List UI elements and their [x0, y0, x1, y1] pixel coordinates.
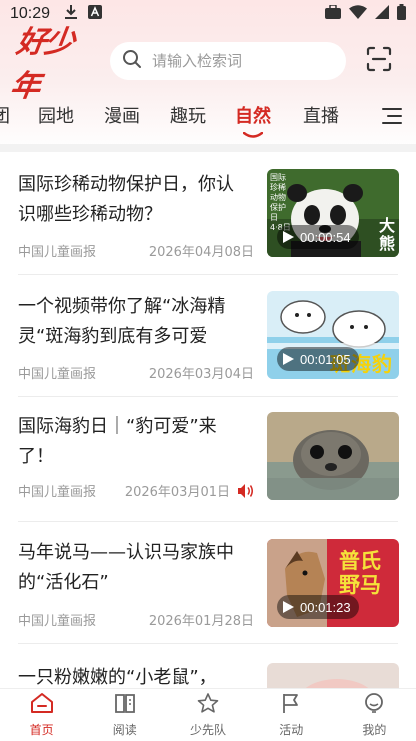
tab-quwan[interactable]: 趣玩	[170, 102, 206, 128]
article-thumbnail[interactable]: 普氏野马 00:01:23	[267, 539, 399, 627]
tabbar-label: 我的	[362, 723, 387, 737]
thumb-caption: 普氏野马	[339, 549, 381, 597]
profile-icon	[362, 692, 386, 718]
tab-partial[interactable]: 团	[0, 102, 10, 128]
thumb-caption: 大熊	[379, 216, 396, 253]
mouse-image	[267, 663, 399, 688]
article-thumbnail[interactable]	[267, 663, 399, 688]
article-title[interactable]: 国际海豹日｜“豹可爱”来了！	[18, 412, 250, 472]
play-icon	[283, 231, 294, 243]
category-tabs: 团 园地 漫画 趣玩 自然 直播	[0, 96, 416, 140]
list-item[interactable]: 马年说马——认识马家族中的“活化石” 中国儿童画报 2026年01月28日 普氏…	[0, 521, 416, 643]
search-box[interactable]	[110, 42, 346, 80]
tabbar-activity[interactable]: 活动	[250, 689, 333, 741]
tabbar-mine[interactable]: 我的	[333, 689, 416, 741]
signal-icon	[375, 5, 389, 23]
speaker-icon[interactable]	[238, 483, 254, 498]
top-bar: 好少年	[0, 25, 416, 104]
thumb-small-label: 国际珍稀动物保护日 4·8日	[270, 173, 291, 232]
list-item[interactable]: 国际珍稀动物保护日，你认识哪些珍稀动物？ 中国儿童画报 2026年04月08日	[0, 152, 416, 274]
menu-icon[interactable]	[380, 106, 402, 126]
star-badge-icon	[196, 692, 220, 718]
app-logo: 好少年	[8, 25, 94, 104]
tab-ziran[interactable]: 自然	[235, 102, 271, 138]
search-icon	[122, 49, 142, 73]
video-duration-badge: 00:00:54	[277, 225, 359, 249]
article-meta: 中国儿童画报 2026年03月01日	[18, 481, 254, 500]
tab-yuandi[interactable]: 园地	[38, 102, 74, 128]
scan-button[interactable]	[364, 46, 394, 76]
article-meta: 中国儿童画报 2026年01月28日	[18, 610, 254, 629]
header-divider	[0, 144, 416, 152]
active-tab-indicator	[243, 132, 263, 138]
tabbar-label: 活动	[279, 723, 304, 737]
article-date: 2026年04月08日	[148, 245, 254, 260]
bottom-tab-bar: 首页 阅读 少先队 活动 我的	[0, 688, 416, 741]
tabbar-label: 阅读	[112, 723, 137, 737]
list-item[interactable]: 一只粉嫩嫩的“小老鼠”，	[0, 643, 416, 688]
battery-icon	[397, 4, 406, 24]
home-icon	[30, 692, 54, 718]
article-source: 中国儿童画报	[18, 614, 97, 629]
article-meta: 中国儿童画报 2026年03月04日	[18, 363, 254, 382]
article-title[interactable]: 一只粉嫩嫩的“小老鼠”，	[18, 663, 258, 688]
article-title[interactable]: 国际珍稀动物保护日，你认识哪些珍稀动物？	[18, 170, 250, 230]
list-item[interactable]: 一个视频带你了解“冰海精灵“斑海豹到底有多可爱 中国儿童画报 2026年03月0…	[0, 274, 416, 396]
video-duration-badge: 00:01:23	[277, 595, 359, 619]
tabbar-pioneers[interactable]: 少先队	[166, 689, 249, 741]
article-meta: 中国儿童画报 2026年04月08日	[18, 241, 254, 260]
list-item[interactable]: 国际海豹日｜“豹可爱”来了！ 中国儿童画报 2026年03月01日	[0, 396, 416, 521]
briefcase-icon	[325, 4, 341, 23]
article-feed: 国际珍稀动物保护日，你认识哪些珍稀动物？ 中国儿童画报 2026年04月08日	[0, 152, 416, 688]
book-icon	[113, 692, 137, 718]
tabbar-label: 少先队	[190, 723, 227, 737]
scan-icon	[366, 46, 392, 76]
article-title[interactable]: 一个视频带你了解“冰海精灵“斑海豹到底有多可爱	[18, 292, 250, 352]
video-duration: 00:01:05	[300, 351, 351, 367]
article-title[interactable]: 马年说马——认识马家族中的“活化石”	[18, 538, 250, 598]
tab-ziran-label: 自然	[235, 106, 271, 127]
article-source: 中国儿童画报	[18, 485, 97, 500]
article-source: 中国儿童画报	[18, 245, 97, 260]
video-duration-badge: 00:01:05	[277, 347, 359, 371]
flag-icon	[279, 692, 303, 718]
article-thumbnail[interactable]	[267, 412, 399, 500]
article-date: 2026年03月01日	[124, 485, 230, 500]
article-date: 2026年01月28日	[148, 614, 254, 629]
video-duration: 00:01:23	[300, 599, 351, 615]
search-input[interactable]	[152, 52, 332, 70]
article-thumbnail[interactable]: 国际珍稀动物保护日 4·8日 大熊 00:00:54	[267, 169, 399, 257]
tab-zhibo[interactable]: 直播	[303, 102, 339, 128]
article-source: 中国儿童画报	[18, 367, 97, 382]
play-icon	[283, 601, 294, 613]
article-date: 2026年03月04日	[148, 367, 254, 382]
tabbar-label: 首页	[29, 723, 54, 737]
play-icon	[283, 353, 294, 365]
tabbar-home[interactable]: 首页	[0, 689, 83, 741]
video-duration: 00:00:54	[300, 229, 351, 245]
tabbar-read[interactable]: 阅读	[83, 689, 166, 741]
tab-manhua[interactable]: 漫画	[104, 102, 140, 128]
logo-text: 好少年	[7, 25, 76, 104]
article-thumbnail[interactable]: 斑海豹 00:01:05	[267, 291, 399, 379]
wifi-icon	[349, 5, 367, 23]
app-root: 10:29 好少年 请输入检索词 团 园地 漫画 趣玩 自然 直播 国际珍稀动物…	[0, 0, 416, 741]
seal-photo-image	[267, 412, 399, 500]
